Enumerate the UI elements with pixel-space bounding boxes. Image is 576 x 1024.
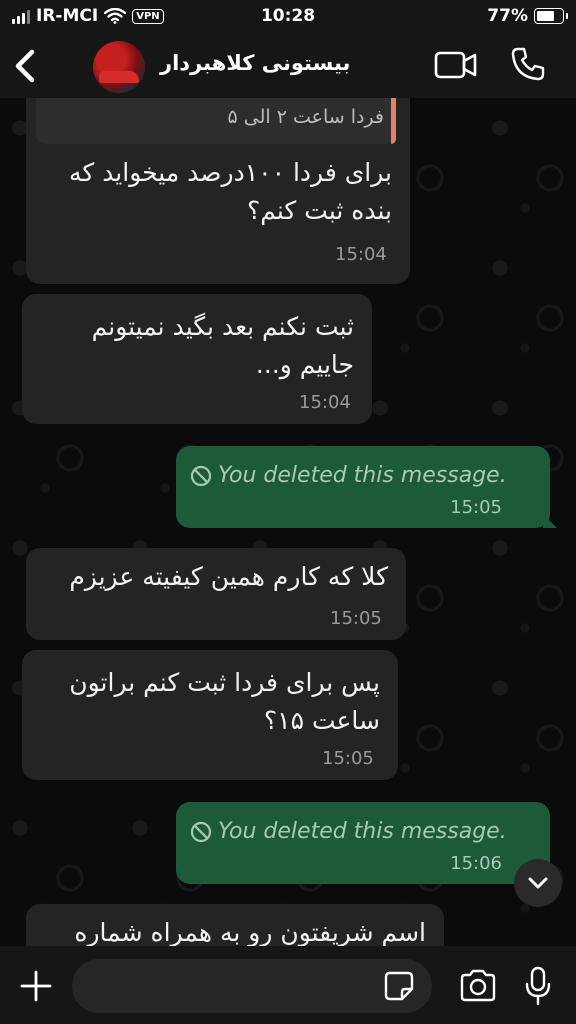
message-bubble-outgoing[interactable]: You deleted this message. 15:06 xyxy=(176,802,557,884)
message-time: 15:05 xyxy=(450,497,502,518)
video-camera-icon[interactable] xyxy=(434,48,478,82)
message-time: 15:06 xyxy=(450,853,502,874)
message-line: بنده ثبت کنم؟ xyxy=(246,196,392,225)
bubble-tail xyxy=(543,514,557,528)
message-time: 15:04 xyxy=(299,392,351,413)
message-line: برای فردا ۱۰۰درصد میخواید که xyxy=(68,158,392,187)
chevron-left-icon[interactable] xyxy=(8,46,44,86)
chevron-down-icon xyxy=(528,877,548,889)
message-time: 15:05 xyxy=(330,608,382,629)
message-bubble-incoming[interactable]: پس برای فردا ثبت کنم براتون ساعت ۱۵؟ 15:… xyxy=(22,650,398,780)
blocked-icon xyxy=(190,465,212,486)
message-line: پس برای فردا ثبت کنم براتون xyxy=(69,668,380,697)
message-text: برای فردا ۱۰۰درصد میخواید که بنده ثبت کن… xyxy=(69,154,392,230)
quote-accent-bar xyxy=(391,98,396,144)
phone-icon[interactable] xyxy=(510,46,546,82)
message-bubble-incoming[interactable]: فردا ساعت ۲ الی ۵ برای فردا ۱۰۰درصد میخو… xyxy=(26,98,410,284)
message-time: 15:05 xyxy=(322,748,374,769)
deleted-message: You deleted this message. xyxy=(190,819,507,844)
message-text: پس برای فردا ثبت کنم براتون ساعت ۱۵؟ xyxy=(69,664,380,740)
message-input[interactable] xyxy=(72,959,432,1013)
message-list[interactable]: فردا ساعت ۲ الی ۵ برای فردا ۱۰۰درصد میخو… xyxy=(0,98,576,946)
message-line: ساعت ۱۵؟ xyxy=(263,706,380,735)
deleted-message-text: You deleted this message. xyxy=(218,819,507,844)
message-line: جاییم و... xyxy=(255,350,354,379)
deleted-message: You deleted this message. xyxy=(190,463,507,488)
message-bubble-incoming[interactable]: اسم شریفتون رو به همراه شماره xyxy=(26,904,444,946)
message-text: کلا که کارم همین کیفیته عزیزم xyxy=(69,562,388,591)
blocked-icon xyxy=(190,821,212,842)
battery-icon xyxy=(534,8,568,24)
status-right: 77% xyxy=(487,6,568,26)
message-bubble-outgoing[interactable]: You deleted this message. 15:05 xyxy=(176,446,557,528)
message-text: اسم شریفتون رو به همراه شماره xyxy=(74,918,426,946)
composer-bar xyxy=(0,946,576,1024)
quoted-message[interactable]: فردا ساعت ۲ الی ۵ xyxy=(36,98,396,144)
chat-header: بیستونی کلاهبردار xyxy=(0,34,576,99)
deleted-message-text: You deleted this message. xyxy=(218,463,507,488)
sticker-icon[interactable] xyxy=(383,970,415,1002)
scroll-to-bottom-button[interactable] xyxy=(514,859,562,907)
message-line: ثبت نکنم بعد بگید نمیتونم xyxy=(91,312,354,341)
message-bubble-incoming[interactable]: کلا که کارم همین کیفیته عزیزم 15:05 xyxy=(26,548,406,640)
plus-icon[interactable] xyxy=(18,968,54,1004)
avatar[interactable] xyxy=(93,41,145,93)
message-text: ثبت نکنم بعد بگید نمیتونم جاییم و... xyxy=(92,308,354,384)
message-time: 15:04 xyxy=(335,244,387,265)
status-bar: IR-MCI VPN 10:28 77% xyxy=(0,0,576,34)
microphone-icon[interactable] xyxy=(522,966,554,1006)
message-bubble-incoming[interactable]: ثبت نکنم بعد بگید نمیتونم جاییم و... 15:… xyxy=(22,294,372,424)
quote-text: فردا ساعت ۲ الی ۵ xyxy=(227,106,384,128)
battery-percent: 77% xyxy=(487,6,528,26)
contact-name[interactable]: بیستونی کلاهبردار xyxy=(160,51,350,75)
camera-icon[interactable] xyxy=(458,968,498,1004)
